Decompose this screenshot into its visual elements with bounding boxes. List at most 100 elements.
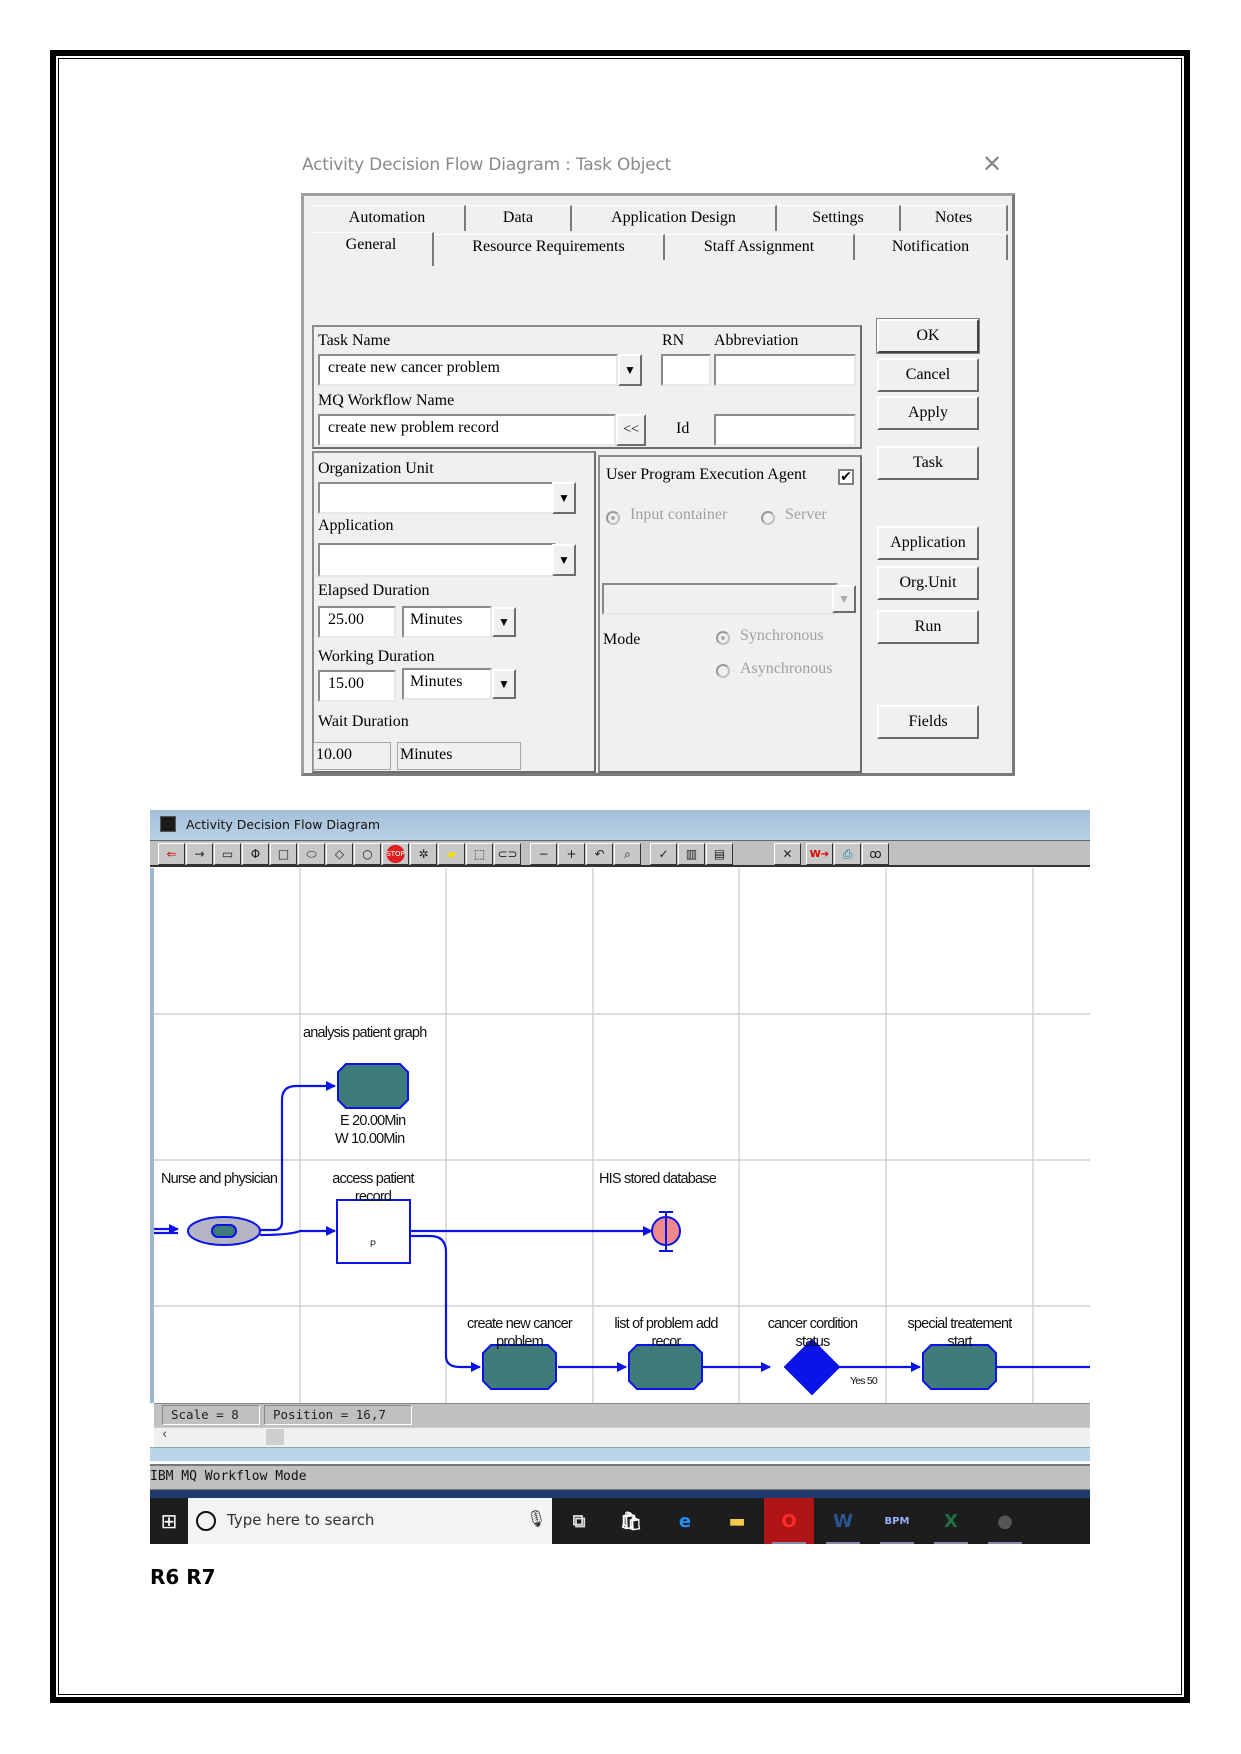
diagram-canvas[interactable]: analysis patient graph E 20.00Min W 10.0… (150, 868, 1090, 1403)
tab-resource-requirements[interactable]: Resource Requirements (434, 234, 665, 260)
id-input[interactable] (714, 414, 856, 446)
circle-icon[interactable]: ○ (354, 843, 381, 865)
microphone-icon[interactable]: 🎙 (526, 1509, 546, 1528)
application-button[interactable]: Application (877, 526, 979, 560)
organization-unit-dropdown-arrow-icon[interactable]: ▼ (552, 482, 576, 514)
taskbar-app-glyph: e (678, 1510, 692, 1532)
ok-button[interactable]: OK (876, 318, 980, 354)
task-node-analysis[interactable] (337, 1063, 409, 1109)
working-unit-select[interactable]: Minutes (402, 668, 492, 700)
taskbar-app-glyph: W (833, 1510, 853, 1532)
mq-copy-button[interactable]: << (616, 414, 646, 446)
gear-icon[interactable]: ✲ (410, 843, 437, 865)
elapsed-duration-input[interactable]: 25.00 (318, 606, 396, 638)
tab-automation[interactable]: Automation (310, 205, 466, 231)
cancel-button[interactable]: Cancel (877, 358, 979, 392)
program-dropdown-arrow-icon[interactable]: ▼ (832, 585, 856, 613)
mode-strip (150, 1490, 1090, 1498)
windows-start-icon[interactable]: ⊞ (150, 1498, 188, 1544)
taskbar-app-icon[interactable]: ● (980, 1498, 1030, 1544)
scroll-left-icon[interactable]: ‹ (162, 1427, 167, 1442)
wait-unit-value: Minutes (397, 742, 521, 770)
upea-checkbox[interactable]: ✔ (838, 469, 854, 485)
tab-application-design[interactable]: Application Design (572, 205, 777, 231)
link-icon[interactable]: ⊂⊃ (494, 843, 521, 865)
diamond-icon[interactable]: ◇ (326, 843, 353, 865)
organization-unit-select[interactable] (318, 482, 556, 514)
zoom-in-icon[interactable]: + (558, 843, 585, 865)
rn-input[interactable] (661, 354, 711, 386)
org-unit-button[interactable]: Org.Unit (877, 566, 979, 600)
print-icon[interactable]: ⎙ (834, 843, 861, 865)
connector-to-analysis (260, 1081, 336, 1232)
tab-general[interactable]: General (310, 232, 434, 266)
scrollbar-thumb[interactable] (266, 1429, 284, 1445)
tab-data[interactable]: Data (466, 205, 572, 231)
working-unit-dropdown-arrow-icon[interactable]: ▼ (492, 669, 516, 699)
application-dropdown-arrow-icon[interactable]: ▼ (552, 544, 576, 576)
taskbar-bpm-icon[interactable]: BPM (872, 1498, 922, 1544)
export-workflow-icon[interactable]: W➔ (806, 843, 833, 865)
task-node-special[interactable] (922, 1344, 997, 1390)
rounded-rect-icon[interactable]: ▭ (214, 843, 241, 865)
synchronous-radio[interactable] (716, 631, 730, 645)
split-icon[interactable]: Φ (242, 843, 269, 865)
input-container-radio[interactable] (606, 511, 620, 525)
working-duration-input[interactable]: 15.00 (318, 670, 396, 702)
task-name-dropdown-arrow-icon[interactable]: ▼ (618, 354, 642, 386)
node-marker-access: P (370, 1239, 376, 1249)
asynchronous-radio[interactable] (716, 664, 730, 678)
zoom-out-icon[interactable]: − (530, 843, 557, 865)
folder-icon[interactable]: ▤ (706, 843, 733, 865)
tab-notification[interactable]: Notification (855, 234, 1008, 260)
taskbar-task-view-icon[interactable]: ⧉ (554, 1498, 604, 1544)
mode-text: IBM MQ Workflow Mode (150, 1469, 307, 1484)
note-icon[interactable]: ▰ (438, 843, 465, 865)
application-select[interactable] (318, 543, 556, 577)
tab-settings[interactable]: Settings (777, 205, 901, 231)
ruler-icon[interactable]: ▥ (678, 843, 705, 865)
mq-workflow-name-input[interactable]: create new problem record (318, 414, 616, 446)
undo-icon[interactable]: ↶ (586, 843, 613, 865)
horizontal-scrollbar[interactable] (154, 1427, 1090, 1447)
taskbar-file-explorer-icon[interactable]: ▬ (712, 1498, 762, 1544)
upea-label: User Program Execution Agent (606, 466, 807, 483)
taskbar-edge-icon[interactable]: e (660, 1498, 710, 1544)
taskbar-word-icon[interactable]: W (818, 1498, 868, 1544)
check-icon[interactable]: ✓ (650, 843, 677, 865)
elapsed-unit-select[interactable]: Minutes (402, 606, 492, 638)
program-node-access[interactable] (336, 1199, 411, 1264)
server-radio[interactable] (761, 511, 775, 525)
square-icon[interactable]: □ (270, 843, 297, 865)
server-label: Server (785, 506, 827, 523)
task-node-list[interactable] (628, 1344, 703, 1390)
fields-button[interactable]: Fields (877, 705, 979, 739)
stop-icon[interactable]: STOP (382, 843, 409, 865)
tab-notes[interactable]: Notes (901, 205, 1008, 231)
selection-box-icon[interactable]: ⬚ (466, 843, 493, 865)
view-glasses-icon[interactable]: ꝏ (862, 843, 889, 865)
taskbar-app-glyph: 🛍 (619, 1510, 643, 1532)
node-label-access-1: access patient (332, 1171, 414, 1187)
run-button[interactable]: Run (877, 610, 979, 644)
find-icon[interactable]: ⌕ (614, 843, 641, 865)
close-icon[interactable]: ✕ (982, 152, 1002, 176)
program-select[interactable] (602, 583, 838, 615)
dialog-title: Activity Decision Flow Diagram : Task Ob… (302, 155, 672, 175)
taskbar-opera-icon[interactable]: O (764, 1498, 814, 1544)
task-button[interactable]: Task (877, 446, 979, 480)
elapsed-unit-dropdown-arrow-icon[interactable]: ▼ (492, 607, 516, 637)
apply-button[interactable]: Apply (877, 396, 979, 430)
tab-staff-assignment[interactable]: Staff Assignment (665, 234, 855, 260)
fit-to-screen-icon[interactable]: ✕ (774, 843, 801, 865)
select-arrow-icon[interactable]: ⇐ (158, 843, 185, 865)
taskbar-store-icon[interactable]: 🛍 (606, 1498, 656, 1544)
abbreviation-input[interactable] (714, 354, 856, 386)
task-node-create[interactable] (482, 1344, 557, 1390)
ellipse-icon[interactable]: ⬭ (298, 843, 325, 865)
task-name-input[interactable]: create new cancer problem (318, 354, 618, 386)
taskbar-app-glyph: O (781, 1510, 797, 1532)
connector-arrow-icon[interactable]: → (186, 843, 213, 865)
taskbar-excel-icon[interactable]: X (926, 1498, 976, 1544)
working-duration-label: Working Duration (318, 648, 435, 665)
